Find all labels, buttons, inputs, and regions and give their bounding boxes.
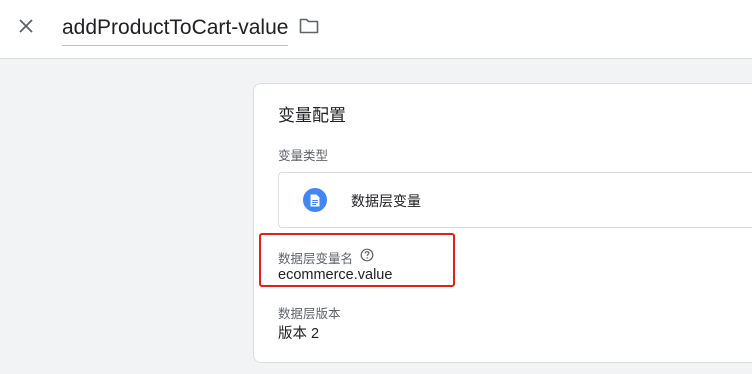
variable-configuration-card: 变量配置 变量类型 数据层变量 数据层变量名 ecommerce.value 数… xyxy=(253,83,752,363)
help-circle-icon[interactable] xyxy=(360,248,374,262)
variable-name-input[interactable]: addProductToCart-value xyxy=(62,13,289,46)
folder-icon xyxy=(299,18,319,34)
variable-type-selector[interactable]: 数据层变量 xyxy=(278,172,752,228)
variable-type-name: 数据层变量 xyxy=(351,193,421,209)
dl-version-value[interactable]: 版本 2 xyxy=(278,322,319,343)
folder-button[interactable] xyxy=(296,13,322,39)
top-bar: addProductToCart-value xyxy=(0,0,752,59)
variable-type-label: 变量类型 xyxy=(278,149,329,163)
card-title: 变量配置 xyxy=(278,106,346,125)
close-icon xyxy=(19,19,33,33)
dl-variable-name-value[interactable]: ecommerce.value xyxy=(278,267,392,283)
close-button[interactable] xyxy=(12,12,40,40)
document-icon xyxy=(303,188,327,212)
dl-version-label: 数据层版本 xyxy=(278,307,341,321)
dl-variable-name-label: 数据层变量名 xyxy=(278,252,354,266)
